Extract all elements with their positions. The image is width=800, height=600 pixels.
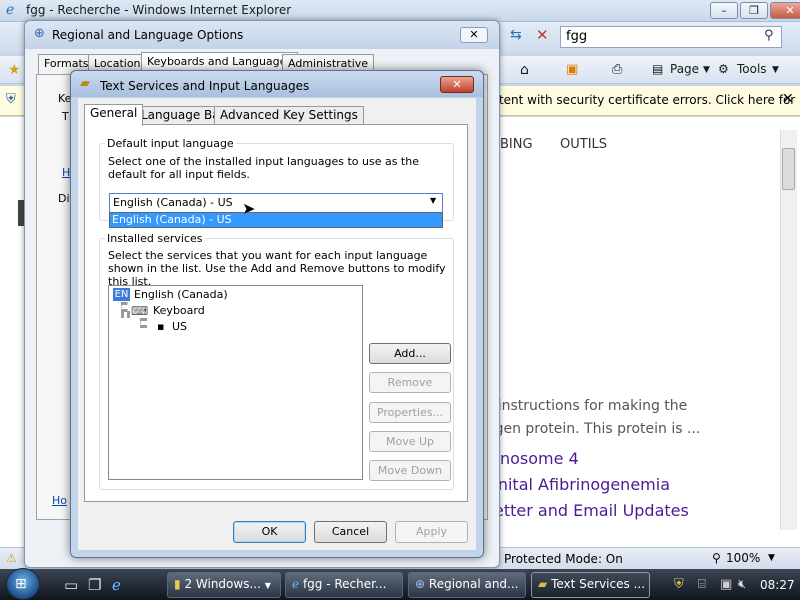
taskbar-button-ie[interactable]: ℯ fgg - Recher... [285,572,403,598]
chevron-down-icon[interactable]: ▼ [768,553,775,563]
taskbar-button-label: Regional and... [428,577,519,591]
tab-general[interactable]: General [84,104,144,126]
ok-button[interactable]: OK [233,521,306,543]
close-icon[interactable]: ✕ [782,91,794,107]
keyboard-app-icon: ▰ [538,577,548,591]
close-button[interactable]: ✕ [460,27,488,43]
nav-link-bing[interactable]: BING [500,137,533,152]
search-input[interactable]: fgg [560,26,782,48]
move-up-button[interactable]: Move Up [369,431,451,452]
taskbar-button-label: Text Services ... [551,577,646,591]
zoom-icon: ⚲ [712,551,721,565]
ie-window-title: fgg - Recherche - Windows Internet Explo… [26,3,292,17]
result-snippet-line: ogen protein. This protein is ... [486,421,701,437]
globe-icon: ⊕ [34,26,45,41]
home-icon[interactable]: ⌂ [520,62,529,78]
search-icon[interactable]: ⚲ [764,28,774,43]
partial-label: Di [58,192,70,205]
network-icon[interactable]: ⌸ [698,577,706,592]
clock[interactable]: 08:27 [760,578,795,592]
result-link[interactable]: enital Afibrinogenemia [488,475,670,494]
print-icon[interactable]: ⎙ [612,62,622,77]
bullet-icon: ▪ [157,320,165,333]
partial-link[interactable]: Ho [52,494,67,507]
chevron-down-icon: ▼ [264,581,271,590]
group-label: Default input language [105,137,236,150]
refresh-icon[interactable]: ⇆ [510,27,522,43]
remove-button[interactable]: Remove [369,372,451,393]
globe-icon: ⊕ [415,577,426,591]
warning-icon: ⚠ [6,551,17,565]
maximize-button[interactable]: ❐ [740,2,768,19]
close-button[interactable]: ✕ [770,2,800,19]
default-language-select[interactable]: English (Canada) - US [109,193,443,213]
text-services-dialog-title: Text Services and Input Languages [100,79,310,93]
result-link[interactable]: nosome 4 [500,449,579,468]
chevron-down-icon[interactable]: ▼ [430,196,436,205]
switch-windows-icon[interactable]: ❐ [88,576,101,594]
page-menu-icon: ▤ [652,62,664,76]
tree-item-keyboard[interactable]: Keyboard [153,304,205,317]
tree-item-language[interactable]: English (Canada) [134,288,228,301]
tools-menu[interactable]: Tools [737,62,767,76]
ie-logo-icon: ℯ [6,2,15,18]
result-link[interactable]: etter and Email Updates [494,501,689,520]
move-down-button[interactable]: Move Down [369,460,451,481]
minimize-button[interactable]: – [710,2,738,19]
stop-icon[interactable]: ✕ [536,26,549,44]
show-desktop-icon[interactable]: ▭ [64,576,78,594]
language-badge: EN [113,288,130,301]
shield-icon: ⛨ [6,92,16,107]
tree-connector [140,318,144,328]
mouse-cursor-icon: ➤ [242,199,256,218]
tree-item-layout[interactable]: US [172,320,187,333]
internet-explorer-icon[interactable]: ℯ [112,576,121,594]
regional-dialog-title: Regional and Language Options [52,28,244,42]
internet-explorer-icon: ℯ [292,577,300,591]
display-icon[interactable]: ▣ [720,577,732,592]
taskbar-button-regional[interactable]: ⊕ Regional and... [408,572,526,598]
taskbar-button-label: fgg - Recher... [302,577,387,591]
tab-advanced-key-settings[interactable]: Advanced Key Settings [214,106,364,125]
taskbar-button-folders[interactable]: ▮ 2 Windows... ▼ [167,572,281,598]
keyboard-app-icon: ▰ [80,76,90,91]
result-snippet-line: s instructions for making the [486,398,688,414]
properties-button[interactable]: Properties... [369,402,451,423]
vertical-scrollbar[interactable] [780,130,797,530]
group-label: Installed services [105,232,205,245]
scrollbar-thumb[interactable] [782,148,795,190]
dropdown-option[interactable]: English (Canada) - US [110,213,442,227]
nav-link-outils[interactable]: OUTILS [560,137,607,152]
folder-icon: ▮ [174,577,181,591]
feeds-icon[interactable]: ▣ [566,62,578,77]
keyboard-icon: ⌨ [131,304,149,318]
tree-connector [121,311,130,315]
add-button[interactable]: Add... [369,343,451,364]
page-menu[interactable]: Page [670,62,699,76]
favorites-star-icon[interactable]: ★ [8,62,21,78]
information-bar-text[interactable]: ontent with security certificate errors.… [484,93,795,107]
protected-mode-status[interactable]: Protected Mode: On [504,552,623,566]
zoom-level[interactable]: 100% [726,551,760,565]
chevron-down-icon: ▼ [703,65,710,75]
default-language-description: Select one of the installed input langua… [108,155,419,181]
close-button[interactable]: ✕ [440,76,474,93]
tools-gear-icon: ⚙ [718,62,729,76]
windows-logo-icon: ⊞ [15,576,27,592]
taskbar-button-label: 2 Windows... [184,577,261,591]
installed-services-description: Select the services that you want for ea… [108,249,446,288]
taskbar-button-text-services[interactable]: ▰ Text Services ... [531,572,650,598]
chevron-down-icon: ▼ [772,65,779,75]
partial-label: T [62,110,69,123]
apply-button[interactable]: Apply [395,521,468,543]
cancel-button[interactable]: Cancel [314,521,387,543]
volume-muted-icon[interactable]: 🔇︎ [738,577,746,592]
security-shield-icon[interactable]: ⛨ [674,577,684,592]
